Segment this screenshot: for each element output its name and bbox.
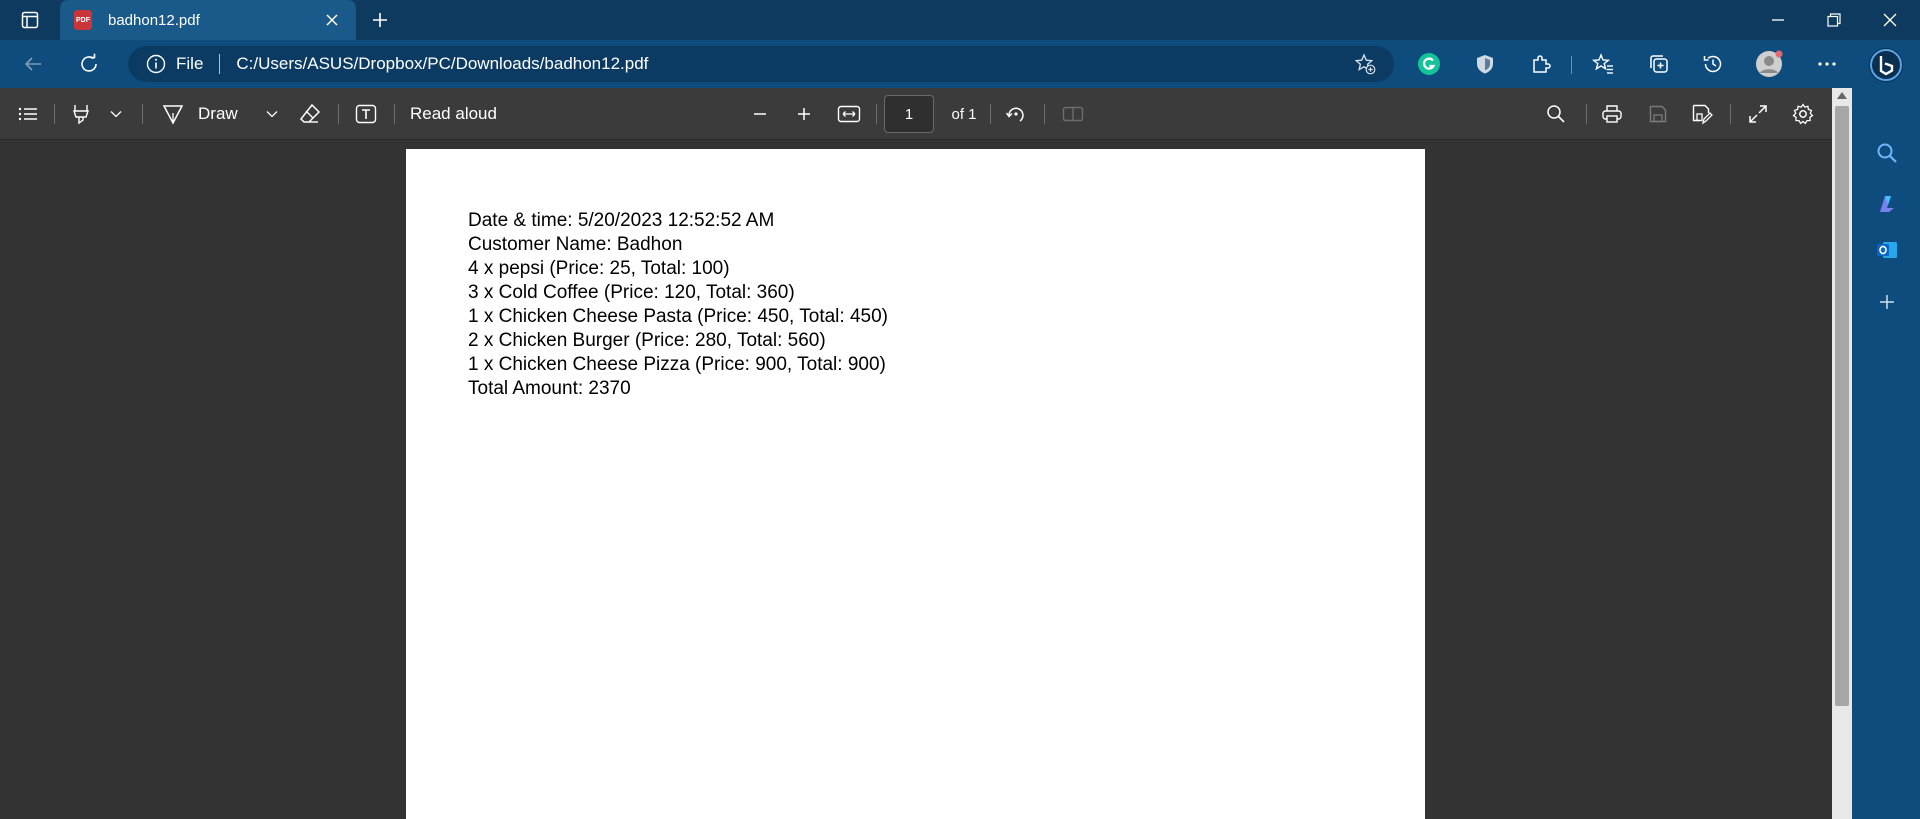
- draw-label: Draw: [198, 104, 238, 123]
- pdf-viewer[interactable]: Date & time: 5/20/2023 12:52:52 AM Custo…: [0, 140, 1832, 819]
- scrollbar-thumb[interactable]: [1835, 106, 1849, 706]
- page-number-input[interactable]: [884, 95, 934, 133]
- draw-icon: [162, 105, 184, 125]
- text-line: 3 x Cold Coffee (Price: 120, Total: 360): [468, 282, 795, 303]
- divider: [1571, 56, 1572, 74]
- settings-gear-icon[interactable]: [1788, 100, 1818, 128]
- info-icon[interactable]: [146, 54, 166, 74]
- collections-icon[interactable]: [1644, 50, 1674, 78]
- contents-list-icon[interactable]: [14, 100, 42, 128]
- title-bar: PDF badhon12.pdf: [0, 0, 1920, 40]
- address-bar: File C:/Users/ASUS/Dropbox/PC/Downloads/…: [0, 40, 1920, 88]
- divider: [142, 104, 143, 124]
- vertical-scrollbar[interactable]: [1832, 88, 1852, 819]
- plus-icon[interactable]: [1870, 285, 1904, 319]
- print-icon[interactable]: [1598, 100, 1626, 128]
- text-line: 1 x Chicken Cheese Pasta (Price: 450, To…: [468, 306, 888, 327]
- text-line: 1 x Chicken Cheese Pizza (Price: 900, To…: [468, 354, 886, 375]
- tab-title: badhon12.pdf: [108, 11, 200, 29]
- search-icon[interactable]: [1542, 100, 1570, 128]
- shield-icon[interactable]: [1470, 50, 1500, 78]
- chevron-down-icon[interactable]: [104, 100, 128, 128]
- divider: [1586, 104, 1587, 124]
- scheme-label: File: [176, 54, 204, 73]
- pdf-toolbar: Draw Read aloud of 1: [0, 88, 1832, 140]
- edge-sidebar: [1852, 40, 1920, 819]
- zoom-out-icon[interactable]: [746, 100, 774, 128]
- divider: [990, 104, 991, 124]
- read-aloud-label: Read aloud: [410, 104, 497, 123]
- divider: [1044, 104, 1045, 124]
- document-text: Date & time: 5/20/2023 12:52:52 AM Custo…: [468, 209, 888, 401]
- draw-button[interactable]: Draw: [162, 100, 262, 128]
- fit-width-icon[interactable]: [834, 100, 864, 128]
- bing-icon[interactable]: [1867, 46, 1905, 84]
- close-icon[interactable]: [322, 10, 342, 30]
- fullscreen-icon[interactable]: [1744, 100, 1772, 128]
- favorites-icon[interactable]: [1588, 50, 1618, 78]
- grammarly-icon[interactable]: [1414, 50, 1444, 78]
- browser-tab[interactable]: PDF badhon12.pdf: [60, 0, 356, 40]
- divider: [219, 54, 221, 74]
- history-icon[interactable]: [1698, 50, 1728, 78]
- more-dots-icon[interactable]: [1812, 50, 1842, 78]
- omnibox[interactable]: File C:/Users/ASUS/Dropbox/PC/Downloads/…: [128, 46, 1394, 82]
- text-line: Customer Name: Badhon: [468, 234, 683, 255]
- profile-avatar-icon[interactable]: [1754, 50, 1784, 78]
- plus-icon[interactable]: [366, 8, 394, 32]
- eraser-icon[interactable]: [296, 100, 324, 128]
- puzzle-icon[interactable]: [1526, 50, 1556, 78]
- chevron-down-icon[interactable]: [260, 100, 284, 128]
- divider: [338, 104, 339, 124]
- back-arrow-icon[interactable]: [18, 50, 48, 78]
- text-line: Total Amount: 2370: [468, 378, 631, 399]
- close-icon[interactable]: [1862, 0, 1918, 40]
- text-box-icon[interactable]: [352, 100, 380, 128]
- copilot-icon[interactable]: [1870, 187, 1904, 221]
- minimize-icon[interactable]: [1750, 0, 1806, 40]
- refresh-icon[interactable]: [74, 50, 104, 78]
- text-line: 2 x Chicken Burger (Price: 280, Total: 5…: [468, 330, 826, 351]
- restore-icon[interactable]: [1806, 0, 1862, 40]
- pdf-page: Date & time: 5/20/2023 12:52:52 AM Custo…: [406, 149, 1425, 819]
- star-add-icon[interactable]: [1350, 49, 1380, 79]
- highlight-icon[interactable]: [68, 100, 94, 128]
- divider: [394, 104, 395, 124]
- divider: [876, 104, 877, 124]
- text-line: 4 x pepsi (Price: 25, Total: 100): [468, 258, 730, 279]
- text-line: Date & time: 5/20/2023 12:52:52 AM: [468, 210, 775, 231]
- page-total: of 1: [951, 105, 977, 123]
- page-view-icon[interactable]: [1058, 100, 1088, 128]
- search-icon[interactable]: [1870, 136, 1904, 170]
- tab-actions-icon[interactable]: [10, 8, 50, 32]
- save-icon[interactable]: [1644, 100, 1672, 128]
- save-as-icon[interactable]: [1688, 100, 1716, 128]
- pdf-file-icon: PDF: [74, 10, 92, 30]
- rotate-icon[interactable]: [1002, 100, 1030, 128]
- outlook-icon[interactable]: [1870, 233, 1904, 267]
- url-text[interactable]: C:/Users/ASUS/Dropbox/PC/Downloads/badho…: [236, 54, 1350, 74]
- zoom-in-icon[interactable]: [790, 100, 818, 128]
- scroll-up-arrow-icon[interactable]: [1837, 92, 1847, 99]
- read-aloud-button[interactable]: Read aloud: [410, 100, 510, 128]
- divider: [1730, 104, 1731, 124]
- divider: [54, 104, 55, 124]
